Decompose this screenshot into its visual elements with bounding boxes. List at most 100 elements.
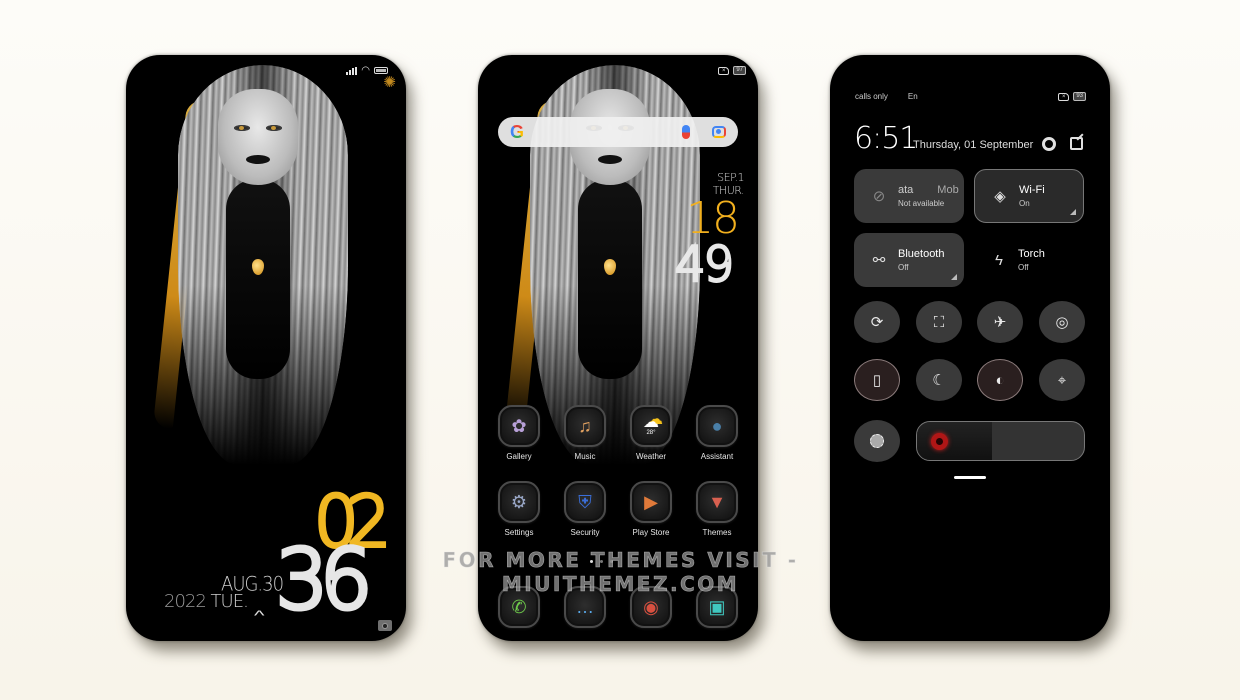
mobile-data-tile[interactable]: ⊘ ata Mob Not available [854,169,964,223]
flash-icon: ϟ [995,251,1003,269]
battery-icon: 93 [1073,92,1086,101]
weather-icon: ☁ 28° [630,405,672,447]
reading-mode-icon: ▯ [872,372,882,389]
tile-title-part: Mob [937,184,959,196]
mic-icon[interactable] [682,125,690,139]
tile-title: ata Mob [898,184,959,196]
shield-icon: ⛨ [564,481,606,523]
cc-time: 6:51 [854,121,918,156]
scan-icon: ⛶ [933,313,945,331]
brightness-fill [917,422,993,460]
weather-temp: 28° [646,429,656,436]
face [218,89,298,185]
app-gallery[interactable]: ✿ Gallery [486,405,552,461]
app-play-store[interactable]: ▶ Play Store [618,481,684,537]
app-assistant[interactable]: ● Assistant [684,405,750,461]
lock-weekday: TUE. [210,591,249,612]
app-label: Weather [635,452,667,461]
app-settings[interactable]: ⚙ Settings [486,481,552,537]
gear-icon[interactable]: ✺ [383,73,396,91]
lock-year-weekday: 2022 TUE. [164,591,249,612]
gallery-icon: ✿ [498,405,540,447]
wifi-tile[interactable]: ◈ Wi-Fi On [974,169,1084,223]
lock-year: 2022 [164,591,207,612]
status-icons: × 93 [1058,92,1086,101]
cc-date: Thursday, 01 September [913,139,1034,151]
close-handle[interactable] [954,476,986,479]
assistant-icon: ● [696,405,738,447]
status-bar: ◠ [346,65,388,76]
cc-status-bar: calls only En × 93 [855,92,1086,101]
location-toggle[interactable]: ⌖ [1039,359,1085,401]
wifi-icon: ◠ [361,65,370,76]
screenshot-icon: ◎ [1055,314,1069,331]
settings-icon: ⚙ [498,481,540,523]
tile-title: Torch [1018,248,1045,260]
eye [234,125,250,131]
bluetooth-tile[interactable]: ⚯ Bluetooth Off [854,233,964,287]
watermark: FOR MORE THEMES VISIT - MIUITHEMEZ.COM [442,548,799,597]
bluetooth-icon: ⚯ [872,252,886,269]
torch-tile[interactable]: ϟ Torch Off [974,233,1084,287]
app-grid-row-2: ⚙ Settings ⛨ Security ▶ Play Store ▼ The… [486,481,750,537]
reading-mode-toggle[interactable]: ▯ [854,359,900,401]
airplane-mode-toggle[interactable]: ✈ [977,301,1023,343]
tile-subtitle: Not available [898,199,945,208]
app-label: Music [574,452,596,461]
carrier-text-2: En [907,92,918,101]
home-date: SEP.1 [717,171,744,184]
auto-rotate-icon: ⟳ [870,314,884,331]
home-clock-hour: 18 [686,193,740,244]
lock-clock-minute: 36 [273,533,374,628]
tile-subtitle: Off [1018,263,1029,272]
wifi-icon: ◈ [994,188,1006,205]
expand-corner-icon[interactable] [1070,209,1076,215]
themes-brush-icon: ▼ [696,481,738,523]
app-label: Gallery [506,452,532,461]
brightness-knob-icon[interactable] [931,433,948,450]
location-icon: ⌖ [1057,371,1067,389]
contrast-toggle[interactable]: ◐ [977,359,1023,401]
dark-mode-toggle[interactable]: ☾ [916,359,962,401]
cloud-sun-icon: ☁ [643,413,659,431]
app-security[interactable]: ⛨ Security [552,481,618,537]
neck [226,179,290,379]
expand-corner-icon[interactable] [951,274,957,280]
app-label: Settings [504,528,534,537]
tile-subtitle: On [1019,199,1030,208]
lips [598,155,622,164]
screenshot-toggle[interactable]: ◎ [1039,301,1085,343]
app-grid-row-1: ✿ Gallery ♫ Music ☁ 28° Weather ● Assist… [486,405,750,461]
google-search-bar[interactable]: G [498,117,738,147]
edit-icon[interactable] [1070,137,1083,150]
camera-icon[interactable] [378,620,392,631]
app-weather[interactable]: ☁ 28° Weather [618,405,684,461]
neck [578,179,642,379]
google-logo-icon: G [510,121,525,142]
app-label: Security [570,528,600,537]
eye [266,125,282,131]
home-clock-minute: 49 [673,237,735,293]
auto-rotate-toggle[interactable]: ⟳ [854,301,900,343]
play-store-icon: ▶ [630,481,672,523]
app-label: Assistant [700,452,734,461]
focus-toggle[interactable] [854,420,900,462]
lock-screen-phone: ◠ ✺ 02 36 AUG.30 2022 TUE. ^ [126,55,406,641]
scan-toggle[interactable]: ⛶ [916,301,962,343]
settings-gear-icon[interactable] [1042,137,1056,151]
app-label: Play Store [632,528,670,537]
airplane-mode-icon: ✈ [993,314,1007,331]
no-sim-icon: × [1058,92,1070,101]
dark-mode-icon: ☾ [932,372,946,389]
app-music[interactable]: ♫ Music [552,405,618,461]
app-themes[interactable]: ▼ Themes [684,481,750,537]
chevron-up-icon[interactable]: ^ [254,607,265,623]
no-sim-icon: × [718,66,730,75]
battery-icon: 97 [733,66,746,75]
brightness-slider[interactable] [916,421,1085,461]
contrast-icon: ◐ [995,371,1005,389]
signal-icon [346,66,358,75]
lens-icon[interactable] [712,126,726,138]
tile-subtitle: Off [898,263,909,272]
music-icon: ♫ [564,405,606,447]
